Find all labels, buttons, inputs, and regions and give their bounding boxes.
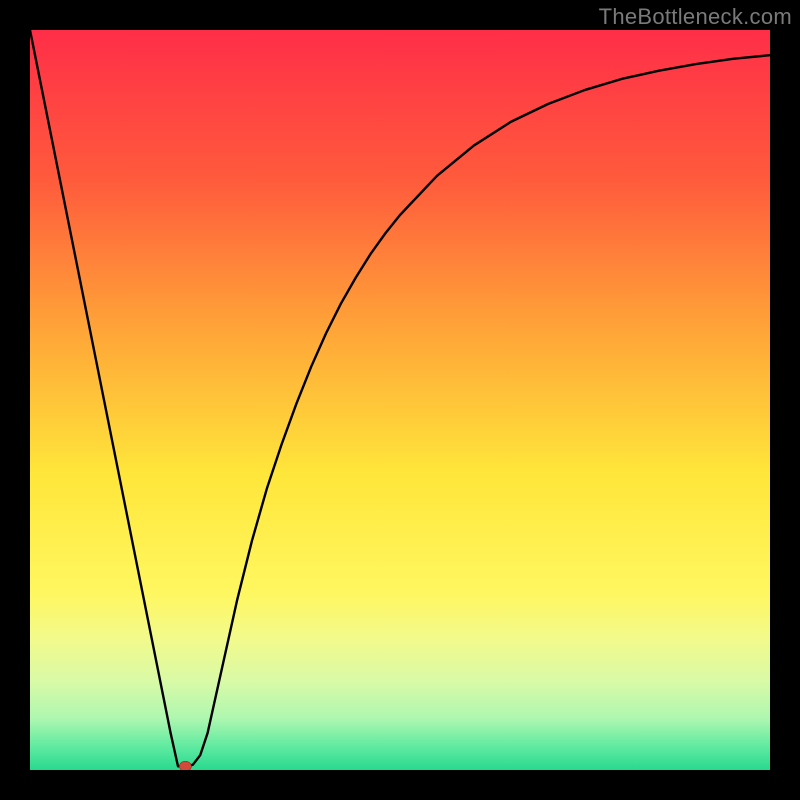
gradient-background (30, 30, 770, 770)
optimum-marker (179, 761, 191, 770)
chart-svg (30, 30, 770, 770)
chart-frame: TheBottleneck.com (0, 0, 800, 800)
watermark-text: TheBottleneck.com (599, 4, 792, 30)
